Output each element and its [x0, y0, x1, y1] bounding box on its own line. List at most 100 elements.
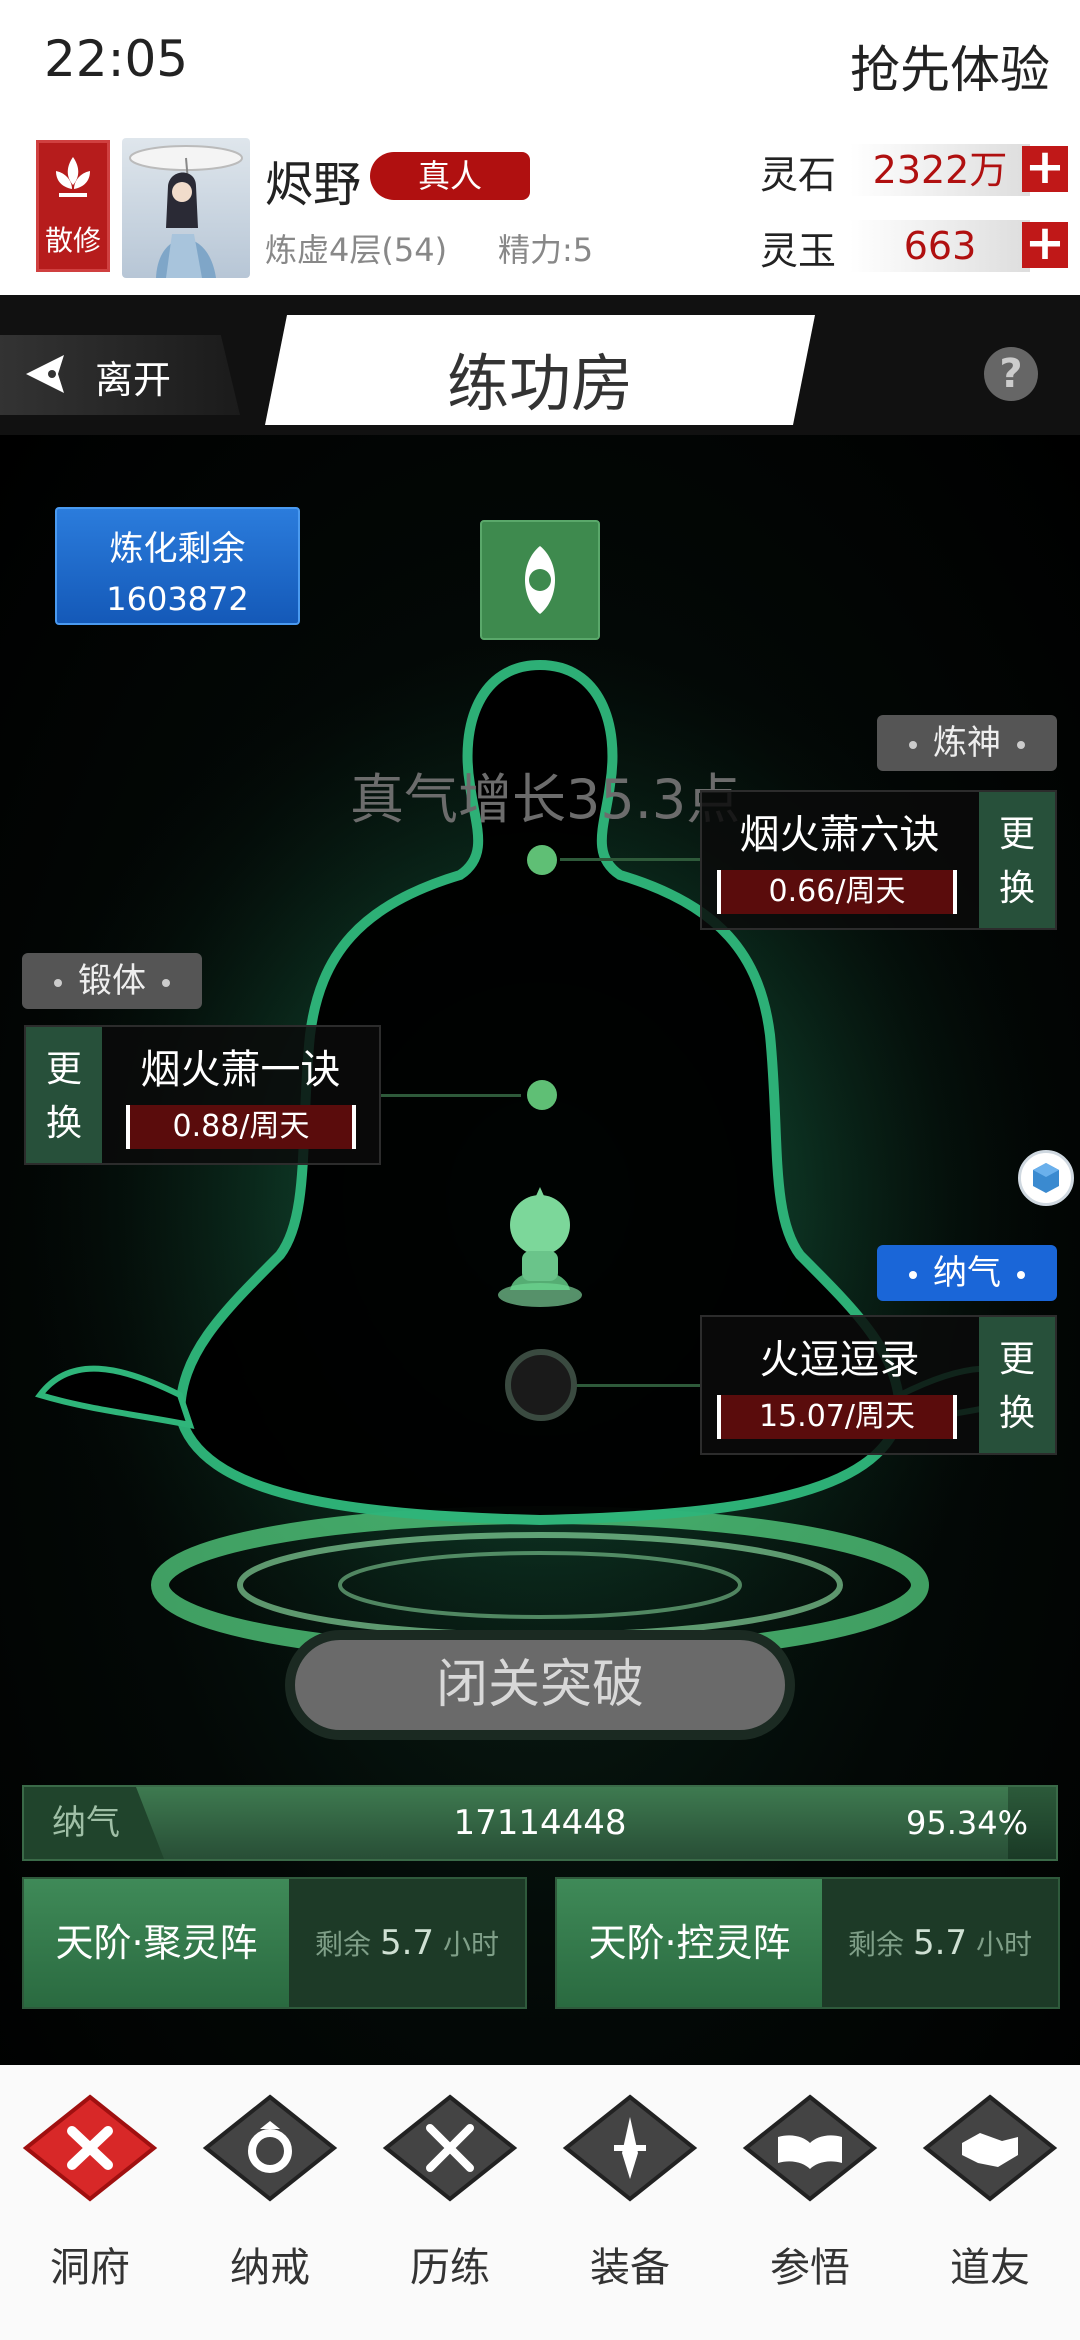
crossed-swords-icon: [382, 2094, 518, 2202]
qi-progress-bar: 纳气 17114448 95.34%: [22, 1785, 1058, 1861]
qi-technique-rate: 15.07/周天: [717, 1395, 957, 1439]
refine-remaining-panel[interactable]: 炼化剩余 1603872: [55, 507, 300, 625]
open-book-icon: [742, 2094, 878, 2202]
nav-label: 历练: [410, 2245, 490, 2291]
body-temper-tag: 锻体: [22, 953, 202, 1009]
nav-equipment[interactable]: 装备: [540, 2065, 720, 2340]
spirit-refine-tag-label: 炼神: [933, 723, 1001, 763]
nav-adventure[interactable]: 历练: [360, 2065, 540, 2340]
qi-absorb-tag-label: 纳气: [933, 1253, 1001, 1293]
body-meridian-node[interactable]: [527, 1080, 557, 1110]
change-label-top: 更: [45, 1049, 82, 1090]
control-spirit-array-button[interactable]: 天阶·控灵阵 剩余 5.7 小时: [555, 1877, 1060, 2009]
spirit-technique-card[interactable]: 烟火萧六诀 0.66/周天 更 换: [700, 790, 1057, 930]
nav-storage-ring[interactable]: 纳戒: [180, 2065, 360, 2340]
change-label-bottom: 换: [45, 1103, 82, 1144]
leave-label: 离开: [95, 358, 172, 402]
status-time: 22:05: [44, 30, 189, 88]
change-label-bottom: 换: [998, 1393, 1035, 1434]
ring-icon: [202, 2094, 338, 2202]
qi-growth-text: 真气增长35.3点: [350, 768, 741, 831]
cube-icon: [1033, 1163, 1059, 1193]
back-arrow-icon: [26, 355, 64, 393]
array-remaining-unit: 小时: [975, 1928, 1032, 1961]
bottom-navigation: 洞府 纳戒 历练 装备 参悟 道友: [0, 2065, 1080, 2340]
early-access-button[interactable]: 抢先体验: [850, 30, 1050, 102]
body-temper-tag-label: 锻体: [78, 961, 146, 1001]
profile-header: 散修 烬野 真人 炼虚4层(54) 精力:5 灵石 2322万 + 灵玉 663…: [0, 130, 1080, 295]
body-change-button[interactable]: 更 换: [26, 1027, 102, 1163]
spirit-change-button[interactable]: 更 换: [979, 792, 1055, 928]
refine-remaining-label: 炼化剩余: [109, 529, 246, 569]
array-remaining: 剩余 5.7 小时: [289, 1879, 525, 2009]
player-name: 烬野: [265, 157, 362, 213]
spirit-stone-label: 灵石: [760, 153, 837, 197]
body-technique-rate: 0.88/周天: [126, 1105, 356, 1149]
qi-meridian-node[interactable]: [505, 1349, 577, 1421]
array-name: 天阶·聚灵阵: [24, 1879, 289, 2007]
change-label-bottom: 换: [998, 868, 1035, 909]
array-remaining-value: 5.7: [912, 1923, 968, 1963]
floating-assistant-icon[interactable]: [1018, 1150, 1074, 1206]
body-node-connector: [381, 1094, 521, 1097]
nav-label: 纳戒: [230, 2245, 310, 2291]
handshake-icon: [922, 2094, 1058, 2202]
qi-change-button[interactable]: 更 换: [979, 1317, 1055, 1453]
avatar[interactable]: [122, 138, 250, 278]
title-bar: 离开 练功房 ?: [0, 295, 1080, 435]
body-technique-card[interactable]: 更 换 烟火萧一诀 0.88/周天: [24, 1025, 381, 1165]
rank-badge: 真人: [370, 152, 530, 200]
eye-icon: [525, 546, 555, 614]
sect-badge[interactable]: 散修: [36, 140, 110, 272]
qi-progress-value: 17114448: [453, 1803, 627, 1843]
qi-progress-percent: 95.34%: [905, 1804, 1028, 1842]
array-remaining-value: 5.7: [379, 1923, 435, 1963]
add-spirit-stone-button[interactable]: +: [1022, 143, 1068, 192]
nav-label: 参悟: [770, 2245, 850, 2291]
nav-label: 道友: [950, 2245, 1030, 2291]
spirit-refine-tag: 炼神: [877, 715, 1057, 771]
qi-node-connector: [560, 1384, 700, 1387]
array-remaining-prefix: 剩余: [315, 1928, 372, 1961]
seclusion-breakthrough-button[interactable]: 闭关突破: [285, 1630, 795, 1740]
array-remaining-prefix: 剩余: [848, 1928, 905, 1961]
title-panel: 练功房: [265, 315, 815, 425]
array-remaining-unit: 小时: [442, 1928, 499, 1961]
nav-comprehension[interactable]: 参悟: [720, 2065, 900, 2340]
lotus-icon: [56, 157, 90, 197]
view-toggle-button[interactable]: [480, 520, 600, 640]
gather-spirit-array-button[interactable]: 天阶·聚灵阵 剩余 5.7 小时: [22, 1877, 527, 2009]
qi-absorb-tag: 纳气: [877, 1245, 1057, 1301]
spirit-node-connector: [560, 858, 700, 861]
array-remaining: 剩余 5.7 小时: [822, 1879, 1058, 2009]
spirit-jade-value: 663: [850, 220, 1030, 272]
cultivation-realm: 炼虚4层(54): [265, 231, 448, 269]
spirit-jade-label: 灵玉: [760, 229, 837, 273]
page-title: 练功房: [446, 347, 633, 420]
energy-value: 精力:5: [498, 231, 594, 269]
cultivator-portrait-icon: [129, 145, 243, 278]
spirit-stone-value: 2322万: [850, 144, 1030, 196]
dagger-icon: [562, 2094, 698, 2202]
nav-cave-dwelling[interactable]: 洞府: [0, 2065, 180, 2340]
spirit-meridian-node[interactable]: [527, 845, 557, 875]
nav-fellow-daoists[interactable]: 道友: [900, 2065, 1080, 2340]
qi-technique-card[interactable]: 火逗逗录 15.07/周天 更 换: [700, 1315, 1057, 1455]
nav-label: 洞府: [50, 2245, 130, 2291]
change-label-top: 更: [998, 814, 1035, 855]
status-bar: 22:05 抢先体验: [0, 0, 1080, 130]
sect-label: 散修: [44, 224, 101, 257]
spirit-technique-rate: 0.66/周天: [717, 870, 957, 914]
spirit-technique-name: 烟火萧六诀: [739, 812, 940, 858]
array-name: 天阶·控灵阵: [557, 1879, 822, 2007]
leave-button[interactable]: 离开: [0, 335, 240, 415]
qi-technique-name: 火逗逗录: [759, 1337, 920, 1383]
add-spirit-jade-button[interactable]: +: [1022, 219, 1068, 268]
close-x-icon: [22, 2094, 158, 2202]
body-technique-name: 烟火萧一诀: [140, 1047, 341, 1093]
nav-label: 装备: [590, 2245, 670, 2291]
training-room-scene: 炼化剩余 1603872 真气增长35.3点 炼神 烟火萧六诀 0.66/周天 …: [0, 435, 1080, 2065]
help-button[interactable]: ?: [984, 347, 1038, 401]
refine-remaining-value: 1603872: [106, 580, 249, 618]
change-label-top: 更: [998, 1339, 1035, 1380]
